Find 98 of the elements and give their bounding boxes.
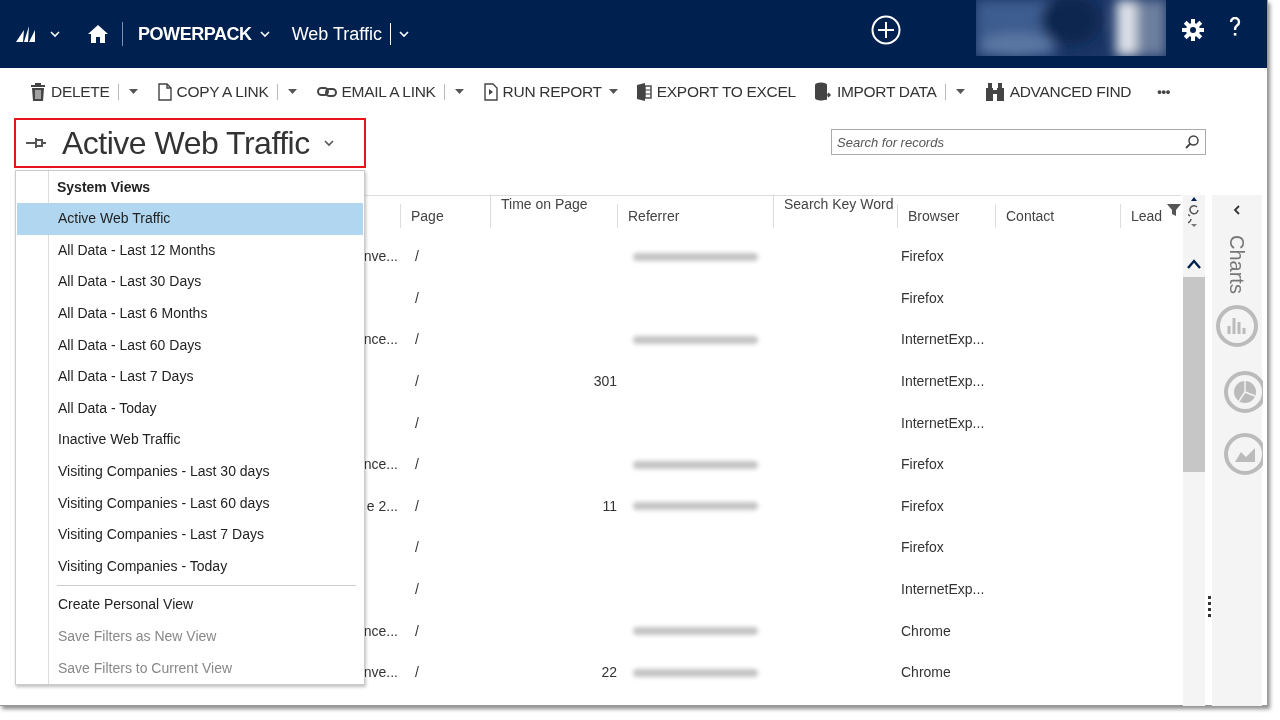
table-cell: / xyxy=(415,414,419,431)
column-header[interactable]: Search Key Word xyxy=(784,194,894,215)
menu-item[interactable]: Create Personal View xyxy=(17,589,363,621)
home-icon[interactable] xyxy=(88,25,108,43)
settings-icon[interactable] xyxy=(1182,19,1204,41)
view-selector[interactable]: Active Web Traffic xyxy=(14,118,366,168)
caret-icon xyxy=(955,89,965,95)
command-button[interactable]: IMPORT DATA xyxy=(813,80,937,104)
trash-icon xyxy=(30,83,46,101)
chevron-down-icon xyxy=(323,139,334,147)
link-icon xyxy=(316,86,337,98)
plus-circle-icon[interactable] xyxy=(871,15,901,45)
table-cell: / xyxy=(415,248,419,265)
table-cell: Chrome xyxy=(901,622,951,639)
column-header[interactable]: Time on Page xyxy=(501,194,588,215)
table-cell: Firefox xyxy=(901,497,944,514)
split-dropdown[interactable] xyxy=(126,87,140,97)
table-cell: InternetExp... xyxy=(901,331,985,348)
column-header[interactable]: Contact xyxy=(1006,205,1055,227)
chevron-down-icon xyxy=(399,30,409,38)
resize-handle-icon[interactable] xyxy=(1208,596,1212,620)
caret-icon xyxy=(454,89,464,95)
menu-section-header: System Views xyxy=(57,177,151,197)
command-button[interactable]: EMAIL A LINK xyxy=(316,80,436,104)
split-dropdown[interactable] xyxy=(953,87,967,97)
command-button[interactable]: COPY A LINK xyxy=(157,80,269,104)
column-header[interactable]: Page xyxy=(411,205,444,227)
column-header[interactable]: Lead xyxy=(1131,205,1163,227)
table-cell: / xyxy=(415,289,419,306)
command-button[interactable]: DELETE xyxy=(30,80,110,104)
command-button[interactable]: EXPORT TO EXCEL xyxy=(635,80,796,104)
table-cell-text: nce... xyxy=(363,330,398,350)
table-cell: / xyxy=(415,664,419,681)
table-cell: / xyxy=(415,373,419,390)
menu-item[interactable]: All Data - Last 60 Days xyxy=(17,329,363,361)
scrollbar-thumb[interactable] xyxy=(1183,277,1205,472)
table-cell: InternetExp... xyxy=(901,581,985,598)
area-label[interactable]: Web Traffic xyxy=(291,20,382,48)
table-cell-text: 301 xyxy=(593,372,617,392)
table-cell: Firefox xyxy=(901,289,944,306)
table-cell: / xyxy=(415,497,419,514)
app-menu[interactable]: POWERPACK xyxy=(138,20,270,48)
table-cell: / xyxy=(415,581,419,598)
table-cell: Firefox xyxy=(901,248,944,265)
menu-item[interactable]: All Data - Last 6 Months xyxy=(17,297,363,330)
menu-item[interactable]: Visiting Companies - Last 60 days xyxy=(17,487,363,519)
filter-icon[interactable] xyxy=(1167,204,1181,216)
command-button[interactable]: RUN REPORT xyxy=(483,80,618,104)
table-cell: / xyxy=(415,539,419,556)
table-cell: InternetExp... xyxy=(901,414,985,431)
table-cell-text: nve... xyxy=(363,247,398,267)
database-icon xyxy=(813,82,832,102)
collapse-icon[interactable] xyxy=(1233,205,1241,215)
menu-item[interactable]: All Data - Last 12 Months xyxy=(17,234,363,267)
table-cell-text: nce... xyxy=(363,621,398,641)
document-icon xyxy=(157,83,172,101)
caret-icon xyxy=(128,89,138,95)
spreadsheet-icon xyxy=(635,83,652,101)
menu-item[interactable]: Visiting Companies - Last 7 Days xyxy=(17,518,363,551)
menu-item[interactable]: Visiting Companies - Last 30 days xyxy=(17,455,363,488)
split-dropdown[interactable] xyxy=(452,87,466,97)
menu-item[interactable]: Inactive Web Traffic xyxy=(17,424,363,456)
caret-icon xyxy=(287,89,297,95)
chevron-down-icon xyxy=(259,30,270,38)
scroll-up-icon[interactable] xyxy=(1187,259,1201,269)
help-icon[interactable] xyxy=(1229,17,1241,37)
column-header[interactable]: Referrer xyxy=(628,205,680,227)
column-header[interactable]: Browser xyxy=(908,205,960,227)
report-icon xyxy=(483,83,498,101)
table-cell: / xyxy=(415,456,419,473)
split-dropdown[interactable] xyxy=(285,87,299,97)
table-cell-text: e 2... xyxy=(366,496,398,516)
table-cell: Firefox xyxy=(901,456,944,473)
refresh-icon[interactable] xyxy=(1188,197,1200,229)
binoculars-icon xyxy=(984,82,1005,102)
more-button[interactable]: ••• xyxy=(1157,82,1170,102)
table-cell-text: nce... xyxy=(363,455,398,475)
pin-icon xyxy=(26,137,46,149)
table-cell: / xyxy=(415,622,419,639)
command-button[interactable]: ADVANCED FIND xyxy=(984,80,1132,104)
menu-item[interactable]: All Data - Last 30 Days xyxy=(17,266,363,298)
menu-item[interactable]: Visiting Companies - Today xyxy=(17,550,363,583)
table-cell: / xyxy=(415,331,419,348)
table-cell: InternetExp... xyxy=(901,373,985,390)
table-cell-text: 22 xyxy=(601,663,617,683)
menu-item[interactable]: All Data - Last 7 Days xyxy=(17,360,363,393)
pane-title: Charts xyxy=(1225,235,1249,294)
logo-icon[interactable] xyxy=(16,26,36,42)
table-cell: Chrome xyxy=(901,664,951,681)
table-cell-text: 11 xyxy=(602,496,617,516)
menu-item[interactable]: All Data - Today xyxy=(17,392,363,425)
search-field[interactable]: Search for records xyxy=(831,129,1206,155)
table-cell-text: nve... xyxy=(363,663,398,683)
caret-icon xyxy=(608,89,618,95)
menu-item[interactable]: Active Web Traffic xyxy=(17,203,363,235)
table-cell: Firefox xyxy=(901,539,944,556)
search-icon[interactable] xyxy=(1185,135,1199,149)
chevron-down-icon xyxy=(50,30,60,38)
